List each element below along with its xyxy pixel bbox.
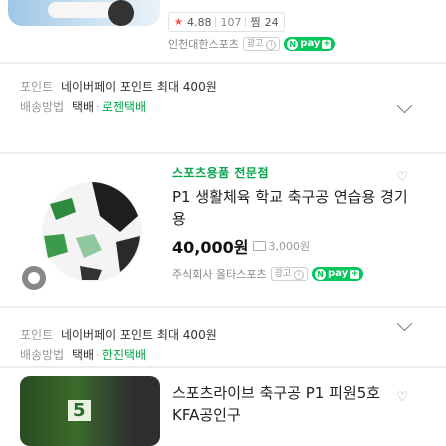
points-label: 포인트 bbox=[20, 328, 54, 342]
shipping-info-1[interactable]: 포인트 네이버페이 포인트 최대 400원 배송방법 택배 · 로젠택배 bbox=[0, 64, 446, 152]
npay-label: pay bbox=[300, 38, 321, 49]
product-thumbnail[interactable]: 5 bbox=[20, 376, 160, 446]
ad-badge: 광고 i bbox=[242, 37, 281, 51]
shipping-fee-value: 3,000원 bbox=[268, 240, 311, 253]
rating-box: ★ 4.88 107 찜 24 bbox=[168, 12, 285, 32]
shipping-row: 배송방법 택배 · 한진택배 bbox=[20, 346, 146, 363]
chevron-down-icon[interactable] bbox=[396, 97, 413, 114]
npay-label: pay bbox=[328, 268, 349, 279]
shop-line: 인천대한스포츠 광고 i Npay + bbox=[168, 36, 336, 52]
shop-name[interactable]: 주식회사 올타스포츠 bbox=[172, 266, 267, 282]
naver-n-icon: N bbox=[287, 38, 299, 50]
purchase-icon: 찜 bbox=[250, 16, 261, 29]
info-icon[interactable]: i bbox=[266, 40, 277, 50]
courier: 한진택배 bbox=[101, 348, 147, 362]
dot: · bbox=[96, 348, 100, 362]
star-icon: ★ bbox=[174, 16, 183, 28]
product-thumbnail[interactable] bbox=[8, 0, 160, 26]
shipping-method: 택배 bbox=[72, 348, 95, 362]
shipping-label: 배송방법 bbox=[20, 348, 65, 362]
shipping-method: 택배 bbox=[72, 100, 95, 114]
brand-label[interactable]: 스포츠용품 전문점 bbox=[172, 164, 269, 181]
divider bbox=[245, 17, 247, 27]
purchase-count: 24 bbox=[264, 15, 279, 29]
image-shape bbox=[108, 0, 134, 26]
thumbnail-label: 5 bbox=[68, 400, 91, 421]
price-line: 40,000원 3,000원 bbox=[172, 234, 310, 258]
ball-image bbox=[42, 182, 142, 282]
shipping-fee: 3,000원 bbox=[253, 238, 310, 254]
shop-line: 주식회사 올타스포츠 광고 i Npay + bbox=[172, 266, 364, 282]
shipping-info-2[interactable]: 포인트 네이버페이 포인트 최대 400원 배송방법 택배 · 한진택배 bbox=[0, 308, 446, 366]
ad-label: 광고 bbox=[274, 269, 292, 279]
courier: 로젠택배 bbox=[101, 100, 147, 114]
product-card-1[interactable]: ★ 4.88 107 찜 24 인천대한스포츠 광고 i Npay + bbox=[0, 0, 446, 62]
truck-icon bbox=[253, 241, 267, 251]
ad-badge: 광고 i bbox=[270, 267, 309, 281]
info-icon[interactable]: i bbox=[294, 270, 305, 280]
plus-icon: + bbox=[350, 268, 360, 279]
points-text: 네이버페이 포인트 최대 400원 bbox=[60, 328, 217, 342]
review-count: 107 bbox=[220, 15, 242, 29]
chevron-down-icon[interactable] bbox=[396, 315, 413, 332]
rating-value: 4.88 bbox=[186, 15, 212, 29]
ad-label: 광고 bbox=[246, 39, 264, 49]
points-row: 포인트 네이버페이 포인트 최대 400원 bbox=[20, 78, 217, 95]
product-title[interactable]: 스포츠라이브 축구공 P1 피원5호 KFA공인구 bbox=[172, 382, 408, 426]
npay-badge: Npay + bbox=[284, 37, 336, 51]
dot: · bbox=[96, 100, 100, 114]
shop-name[interactable]: 인천대한스포츠 bbox=[168, 36, 239, 52]
points-label: 포인트 bbox=[20, 80, 54, 94]
shipping-label: 배송방법 bbox=[20, 100, 65, 114]
divider bbox=[215, 17, 217, 27]
shipping-row: 배송방법 택배 · 로젠택배 bbox=[20, 98, 146, 115]
naver-n-icon: N bbox=[315, 268, 327, 280]
heart-icon[interactable]: ♡ bbox=[396, 170, 408, 185]
product-title[interactable]: P1 생활체육 학교 축구공 연습용 경기용 bbox=[172, 186, 408, 230]
video-badge-dot bbox=[28, 272, 40, 284]
soccer-ball-thumbnail[interactable] bbox=[20, 176, 160, 294]
npay-badge: Npay + bbox=[312, 267, 364, 281]
points-text: 네이버페이 포인트 최대 400원 bbox=[60, 80, 217, 94]
price: 40,000원 bbox=[172, 238, 249, 257]
plus-icon: + bbox=[322, 38, 332, 49]
points-row: 포인트 네이버페이 포인트 최대 400원 bbox=[20, 326, 217, 343]
